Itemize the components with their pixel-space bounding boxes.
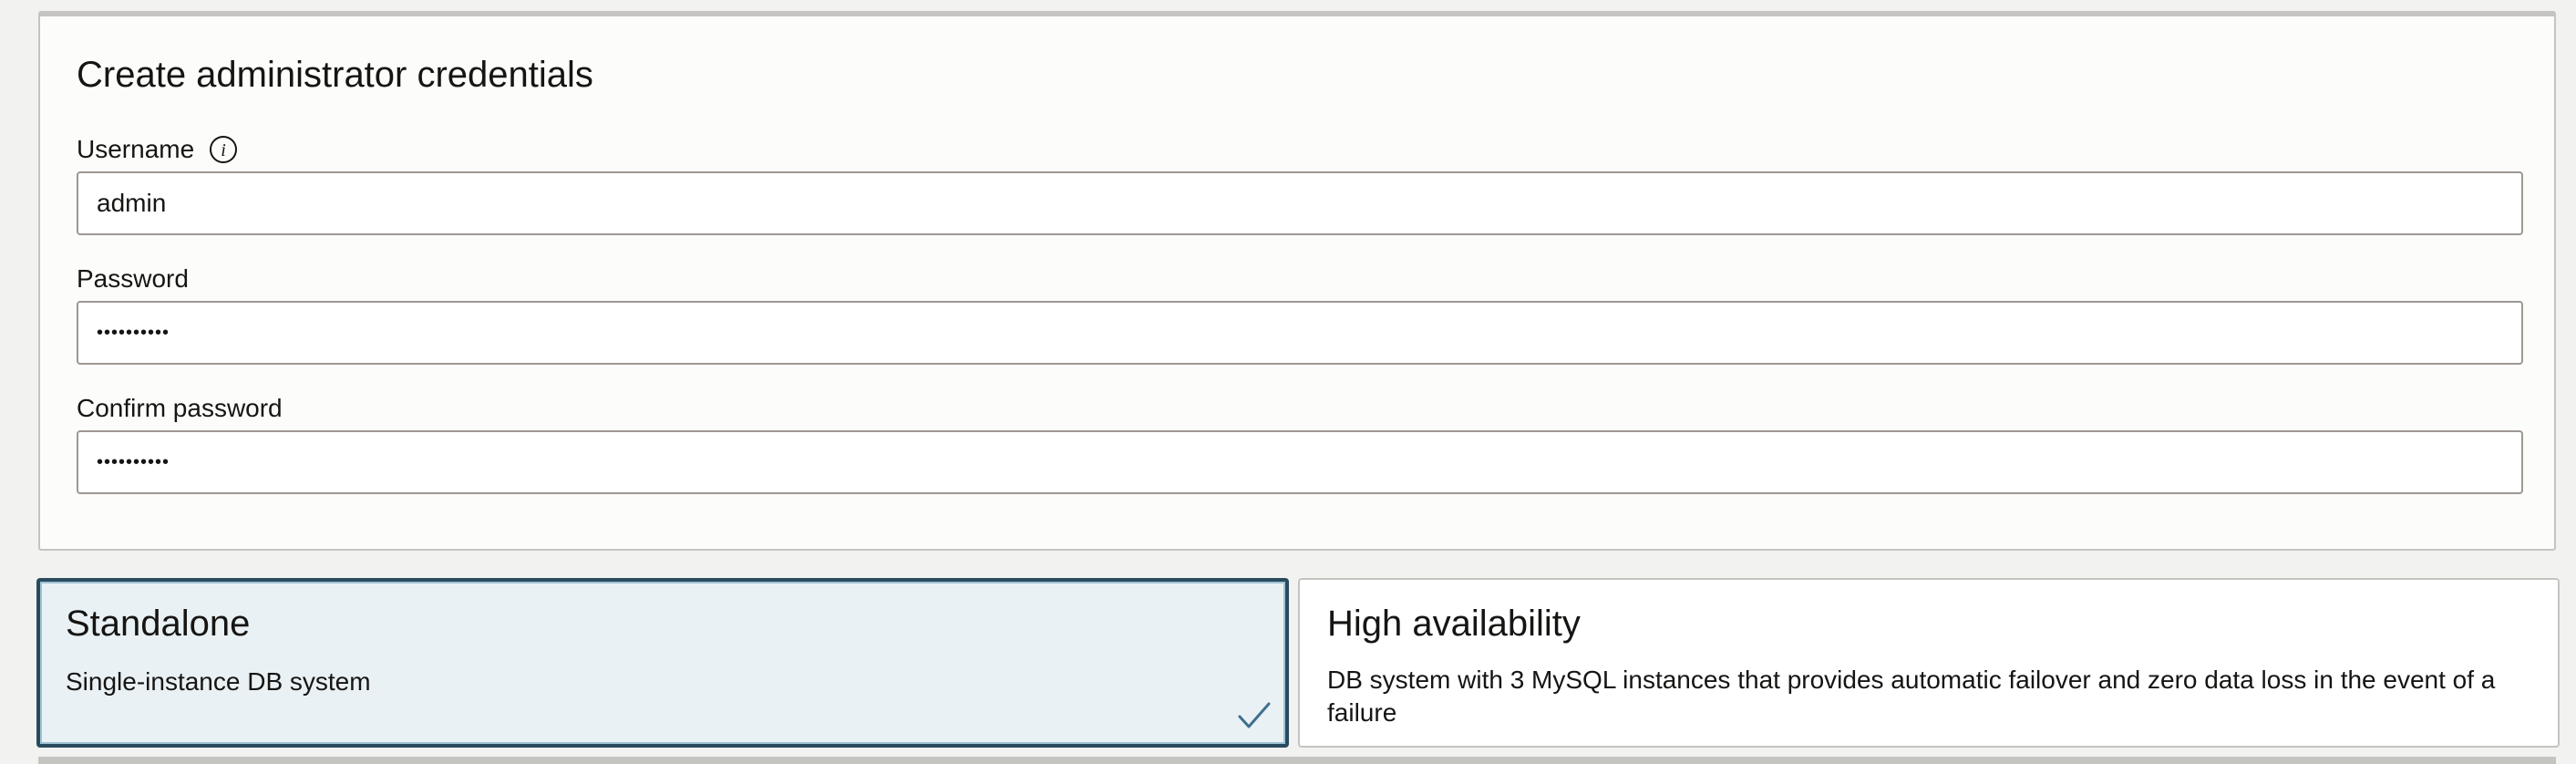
info-icon[interactable]: i [209,135,238,164]
svg-text:i: i [221,140,226,160]
checkmark-icon [1236,700,1273,731]
username-label: Username [77,135,195,163]
confirm-password-label: Confirm password [77,394,283,422]
high-availability-description: DB system with 3 MySQL instances that pr… [1327,666,2496,727]
next-panel-edge [38,757,2556,764]
credentials-panel: Create administrator credentials Usernam… [38,11,2556,551]
standalone-description: Single-instance DB system [66,667,371,696]
username-label-row: Username i [77,135,238,164]
password-input[interactable] [77,301,2523,365]
high-availability-title: High availability [1327,604,1581,644]
standalone-title: Standalone [66,604,251,644]
standalone-option-card[interactable]: Standalone Single-instance DB system [36,578,1289,748]
high-availability-option-card[interactable]: High availability DB system with 3 MySQL… [1298,578,2560,748]
panel-title: Create administrator credentials [77,55,593,95]
username-input[interactable] [77,171,2523,235]
confirm-password-input[interactable] [77,430,2523,494]
password-label: Password [77,264,189,293]
